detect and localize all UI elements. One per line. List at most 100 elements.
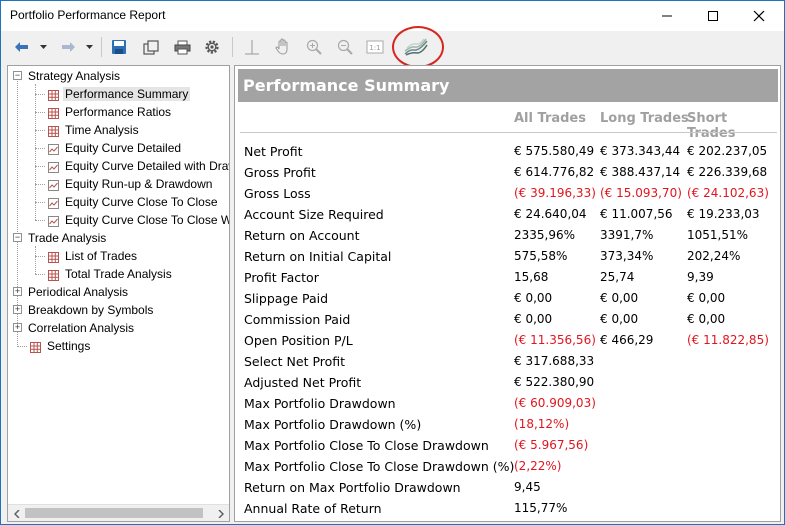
collapse-icon[interactable]: − (13, 233, 22, 242)
table-row: Account Size Required € 24.640,04 € 11.007… (235, 203, 780, 224)
metric-value-short: € 226.339,68 (687, 165, 768, 179)
tree-item-periodical-analysis[interactable]: + Periodical Analysis (12, 283, 130, 301)
metric-value-all: € 575.580,49 (514, 144, 595, 158)
expand-icon[interactable]: + (13, 323, 22, 332)
metric-label: Return on Account (244, 228, 360, 243)
metric-value-long: 3391,7% (600, 228, 654, 242)
tree-item-equity-close-to-close-with[interactable]: Equity Curve Close To Close Wi (35, 211, 229, 229)
metric-value-all: 9,45 (514, 480, 541, 494)
metric-value-all: (€ 5.967,56) (514, 438, 589, 452)
scroll-thumb[interactable] (25, 508, 203, 518)
table-row: Return on Initial Capital 575,58% 373,34% 2… (235, 245, 780, 266)
tree-item-equity-curve-detailed-drawdown[interactable]: Equity Curve Detailed with Draw (35, 157, 229, 175)
tree-item-time-analysis[interactable]: Time Analysis (35, 121, 141, 139)
maximize-button[interactable] (690, 1, 736, 31)
metric-value-long: € 388.437,14 (600, 165, 681, 179)
metric-value-all: 2335,96% (514, 228, 576, 242)
metric-value-all: € 24.640,04 (514, 207, 587, 221)
metric-label: Profit Factor (244, 270, 319, 285)
tree-horizontal-scrollbar[interactable] (8, 504, 229, 521)
metric-label: Return on Initial Capital (244, 249, 392, 264)
metric-label: Commission Paid (244, 312, 351, 327)
grid-icon (48, 268, 59, 282)
zoom-in-button[interactable] (303, 36, 325, 58)
zoom-out-icon (337, 39, 353, 55)
column-header-short-trades: Short Trades (687, 111, 736, 141)
back-button[interactable] (11, 36, 33, 58)
collapse-icon[interactable]: − (13, 71, 22, 80)
settings-button[interactable] (201, 36, 223, 58)
minimize-button[interactable] (644, 1, 690, 31)
zoom-fit-button[interactable]: 1:1 (364, 36, 386, 58)
tree-item-total-trade-analysis[interactable]: Total Trade Analysis (35, 265, 174, 283)
line-chart-icon (48, 142, 59, 156)
metric-value-short: 202,24% (687, 249, 741, 263)
zoom-out-button[interactable] (334, 36, 356, 58)
metric-value-short: 1051,51% (687, 228, 749, 242)
metric-value-short: € 202.237,05 (687, 144, 768, 158)
tree-item-performance-summary[interactable]: Performance Summary (35, 85, 191, 103)
forward-dropdown[interactable] (83, 36, 95, 58)
tree-item-equity-curve-detailed[interactable]: Equity Curve Detailed (35, 139, 183, 157)
dropdown-icon (39, 45, 47, 49)
expand-icon[interactable]: + (13, 287, 22, 296)
report-content: Performance Summary All Trades Long Trad… (234, 65, 781, 522)
zoom-fit-icon: 1:1 (366, 40, 384, 54)
tree-item-list-of-trades[interactable]: List of Trades (35, 247, 139, 265)
tree-item-breakdown-by-symbols[interactable]: + Breakdown by Symbols (12, 301, 155, 319)
metric-label: Gross Profit (244, 165, 316, 180)
window-title: Portfolio Performance Report (10, 8, 166, 22)
column-header-long-trades: Long Trades (600, 111, 689, 126)
report-window: Portfolio Performance Report 1:1 − Strat… (0, 0, 785, 525)
tree-item-equity-runup-drawdown[interactable]: Equity Run-up & Drawdown (35, 175, 214, 193)
hand-pan-icon (275, 38, 288, 55)
highlight-annotation (392, 26, 444, 68)
table-row: Open Position P/L (€ 11.356,56) € 466,29 (€… (235, 329, 780, 350)
metric-value-long: € 11.007,56 (600, 207, 673, 221)
save-icon (112, 40, 126, 54)
export-button[interactable] (140, 36, 162, 58)
metric-value-long: € 0,00 (600, 312, 639, 326)
metric-value-all: € 614.776,82 (514, 165, 595, 179)
tree-item-correlation-analysis[interactable]: + Correlation Analysis (12, 319, 136, 337)
pan-button[interactable] (272, 36, 294, 58)
svg-text:1:1: 1:1 (369, 44, 380, 52)
tree-item-performance-ratios[interactable]: Performance Ratios (35, 103, 173, 121)
grid-icon (48, 88, 59, 102)
report-title: Performance Summary (238, 69, 778, 102)
metric-label: Open Position P/L (244, 333, 353, 348)
metric-value-all: € 0,00 (514, 291, 553, 305)
chevron-left-icon (13, 509, 20, 518)
print-button[interactable] (171, 36, 193, 58)
table-row: Commission Paid € 0,00 € 0,00 € 0,00 (235, 308, 780, 329)
metric-value-all: € 317.688,33 (514, 354, 595, 368)
expand-icon[interactable]: + (13, 305, 22, 314)
metric-value-short: € 0,00 (687, 291, 726, 305)
metric-label: Annual Rate of Return (244, 501, 382, 516)
minimize-icon (662, 15, 672, 17)
tree-item-settings[interactable]: Settings (17, 337, 92, 355)
column-header-all-trades: All Trades (514, 111, 586, 126)
line-chart-icon (48, 178, 59, 192)
line-chart-icon (48, 196, 59, 210)
metric-value-all: (18,12%) (514, 417, 570, 431)
metric-value-all: 15,68 (514, 270, 549, 284)
table-row: Max Portfolio Close To Close Drawdown (€ … (235, 434, 780, 455)
scroll-right-button[interactable] (212, 505, 229, 521)
tree-item-equity-close-to-close[interactable]: Equity Curve Close To Close (35, 193, 220, 211)
save-button[interactable] (108, 36, 130, 58)
tree-item-trade-analysis[interactable]: − Trade Analysis (12, 229, 108, 247)
grid-icon (30, 340, 41, 354)
crosshair-button[interactable] (241, 36, 263, 58)
metric-value-short: 9,39 (687, 270, 714, 284)
table-row: Max Portfolio Close To Close Drawdown (%… (235, 455, 780, 476)
zoom-in-icon (306, 39, 322, 55)
scroll-left-button[interactable] (8, 505, 25, 521)
close-button[interactable] (736, 1, 782, 31)
settings-gear-icon (205, 40, 219, 54)
tree-item-strategy-analysis[interactable]: − Strategy Analysis (12, 67, 122, 85)
back-arrow-icon (15, 42, 28, 52)
metric-value-all: (2,22%) (514, 459, 562, 473)
forward-button[interactable] (57, 36, 79, 58)
back-dropdown[interactable] (37, 36, 49, 58)
